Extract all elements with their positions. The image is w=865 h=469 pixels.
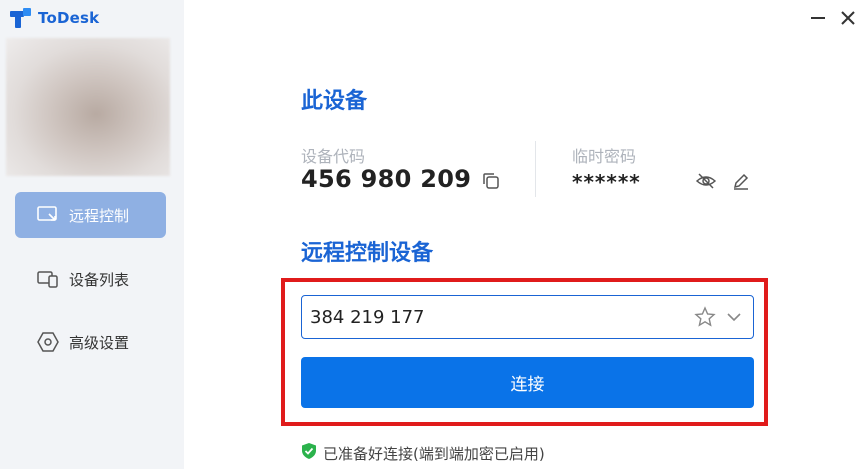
remote-control-icon: [37, 205, 59, 225]
device-code: 456 980 209: [301, 165, 472, 193]
remote-id-input[interactable]: [310, 296, 680, 338]
divider: [535, 141, 536, 197]
sidebar: ToDesk 远程控制 设备列表 高级设置: [0, 0, 184, 469]
copy-icon[interactable]: [480, 170, 502, 192]
shield-check-icon: [301, 442, 317, 464]
connect-button[interactable]: 连接: [301, 357, 754, 408]
sidebar-item-remote-control[interactable]: 远程控制: [15, 192, 166, 238]
chevron-down-icon[interactable]: [723, 306, 745, 328]
connection-status: 已准备好连接(端到端加密已启用): [301, 442, 545, 464]
minimize-icon[interactable]: [808, 8, 828, 28]
edit-icon[interactable]: [730, 170, 752, 192]
hide-password-icon[interactable]: [695, 170, 717, 192]
this-device-title: 此设备: [301, 89, 368, 114]
close-icon[interactable]: [838, 8, 858, 28]
sidebar-item-label: 设备列表: [69, 270, 130, 289]
device-code-label: 设备代码: [301, 147, 366, 166]
avatar[interactable]: [6, 38, 170, 176]
temp-password-label: 临时密码: [572, 147, 637, 166]
sidebar-item-label: 高级设置: [69, 333, 130, 352]
temp-password: ******: [572, 170, 641, 194]
sidebar-item-advanced-settings[interactable]: 高级设置: [15, 319, 166, 365]
remote-id-field[interactable]: [301, 295, 754, 339]
todesk-logo-icon: [10, 8, 32, 28]
remote-control-title: 远程控制设备: [301, 241, 434, 266]
sidebar-item-device-list[interactable]: 设备列表: [15, 256, 166, 302]
app-name: ToDesk: [38, 9, 100, 27]
brand: ToDesk: [10, 8, 99, 28]
device-list-icon: [37, 269, 59, 289]
star-icon[interactable]: [694, 306, 716, 328]
settings-icon: [37, 332, 59, 352]
sidebar-item-label: 远程控制: [69, 206, 130, 225]
status-text: 已准备好连接(端到端加密已启用): [323, 444, 545, 463]
